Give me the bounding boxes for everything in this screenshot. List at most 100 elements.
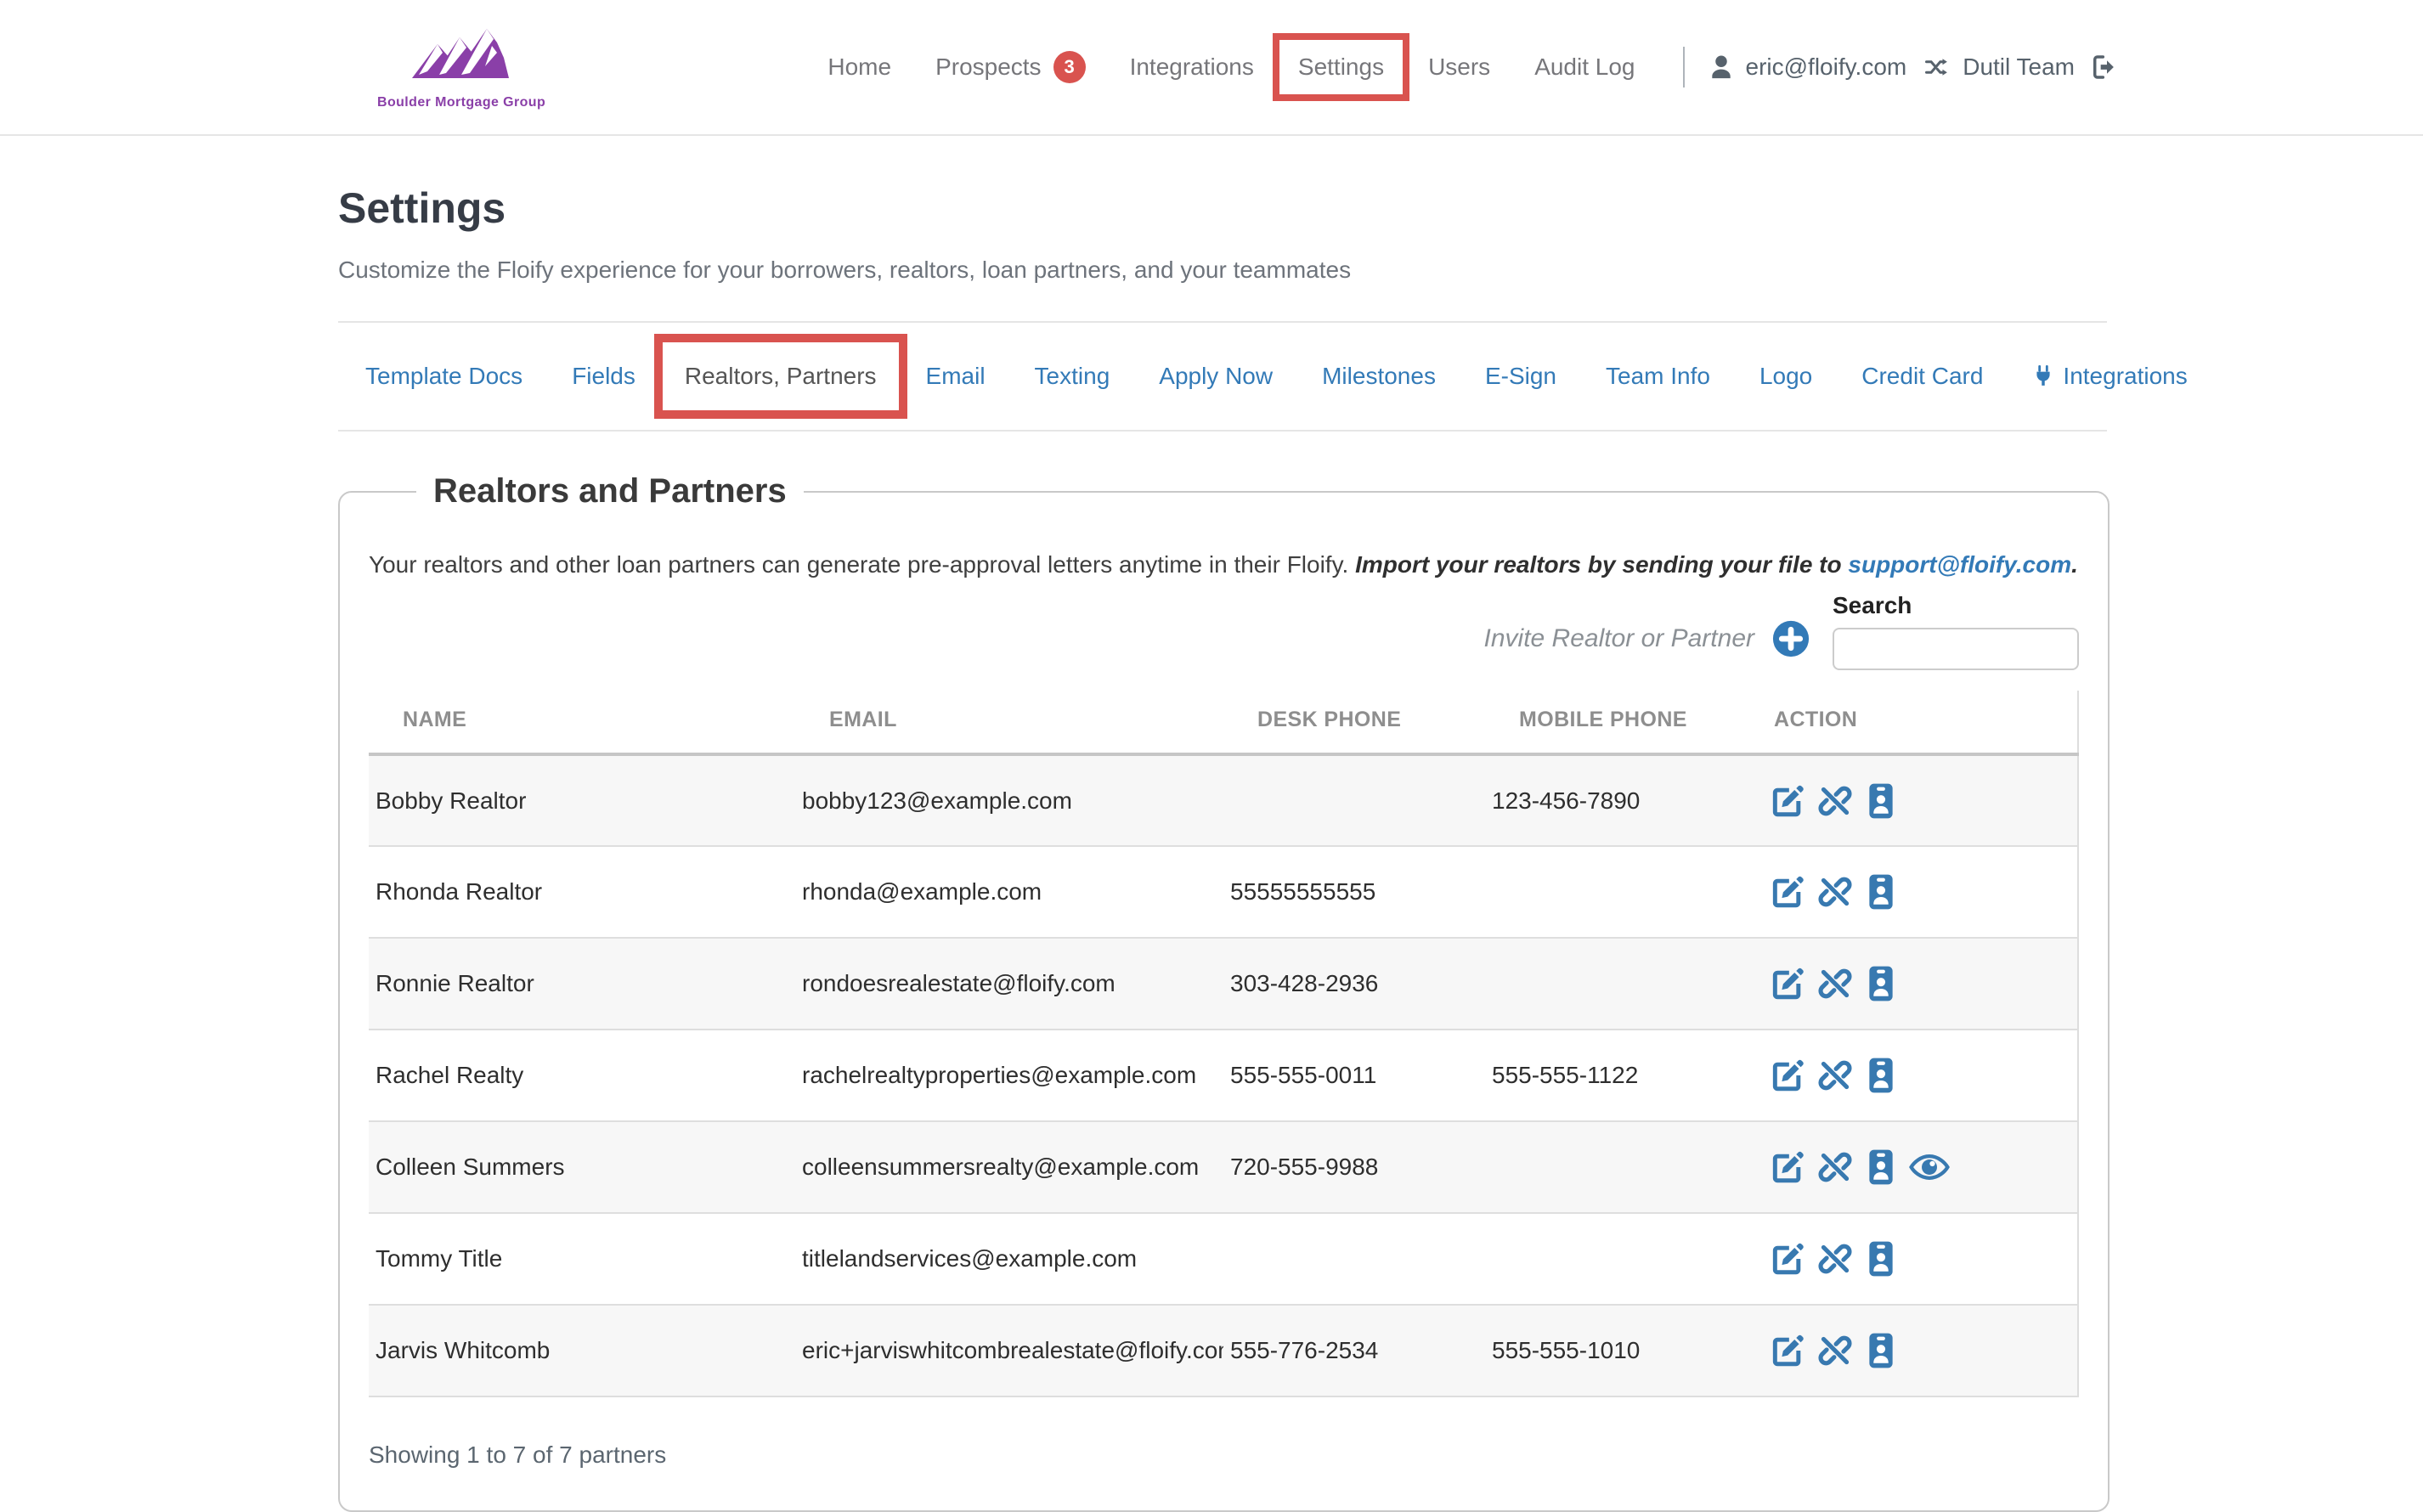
edit-icon [1769,1240,1806,1278]
column-header-action: ACTION [1769,691,2078,754]
sign-out-icon[interactable] [2092,54,2119,81]
tab-integrations[interactable]: Integrations [2032,363,2187,390]
partner-desk-phone: 555-776-2534 [1223,1305,1485,1396]
switch-team-icon[interactable] [1923,54,1951,80]
nav-item-home[interactable]: Home [827,54,891,81]
unlink-button[interactable] [1816,965,1854,1002]
id-badge-button[interactable] [1864,1332,1898,1369]
user-email[interactable]: eric@floify.com [1746,54,1907,81]
page-title: Settings [338,183,2107,233]
partner-row-colleen-summers: Colleen Summerscolleensummersrealty@exam… [369,1121,2078,1213]
tab-credit-card[interactable]: Credit Card [1861,363,1983,390]
partner-email: titlelandservices@example.com [795,1213,1223,1305]
id-badge-button[interactable] [1864,1057,1898,1094]
realtors-partners-panel: Realtors and Partners Your realtors and … [338,472,2110,1512]
team-switcher[interactable]: Dutil Team [1963,54,2075,81]
column-header-name[interactable]: NAME [369,691,795,754]
main-nav: HomeProspects3IntegrationsSettingsUsersA… [827,51,1635,83]
user-icon [1709,54,1734,80]
edit-button[interactable] [1769,1057,1806,1094]
tab-logo[interactable]: Logo [1759,363,1812,390]
edit-icon [1769,1057,1806,1094]
support-email-link[interactable]: support@floify.com [1848,551,2071,578]
partner-mobile-phone [1485,938,1769,1030]
partner-name: Jarvis Whitcomb [369,1305,795,1396]
partner-name: Bobby Realtor [369,754,795,846]
plus-circle-icon [1771,619,1810,658]
unlink-button[interactable] [1816,1240,1854,1278]
eye-button[interactable] [1908,1148,1951,1186]
tab-email[interactable]: Email [926,363,986,390]
search-label: Search [1833,592,2079,619]
nav-item-prospects[interactable]: Prospects3 [935,51,1086,83]
partner-row-tommy-title: Tommy Titletitlelandservices@example.com [369,1213,2078,1305]
partner-actions [1769,1213,2078,1305]
id-badge-button[interactable] [1864,1148,1898,1186]
nav-item-integrations[interactable]: Integrations [1130,54,1254,81]
search-control: Search [1833,592,2079,670]
partner-desk-phone: 555-555-0011 [1223,1030,1485,1121]
add-partner-button[interactable] [1771,619,1810,658]
column-header-mobile-phone[interactable]: MOBILE PHONE [1485,691,1769,754]
partner-desk-phone: 55555555555 [1223,846,1485,938]
tab-template-docs[interactable]: Template Docs [365,363,522,390]
edit-button[interactable] [1769,1148,1806,1186]
partner-row-rachel-realty: Rachel Realtyrachelrealtyproperties@exam… [369,1030,2078,1121]
unlink-button[interactable] [1816,873,1854,911]
id-badge-button[interactable] [1864,873,1898,911]
edit-button[interactable] [1769,1240,1806,1278]
id-badge-button[interactable] [1864,782,1898,820]
tab-team-info[interactable]: Team Info [1606,363,1710,390]
unlink-icon [1816,1332,1854,1369]
partner-actions [1769,1030,2078,1121]
id-badge-icon [1864,1332,1898,1369]
id-badge-icon [1864,873,1898,911]
partner-name: Colleen Summers [369,1121,795,1213]
unlink-icon [1816,1148,1854,1186]
partner-mobile-phone: 555-555-1122 [1485,1030,1769,1121]
unlink-button[interactable] [1816,1057,1854,1094]
partner-actions [1769,1305,2078,1396]
eye-icon [1908,1148,1951,1186]
partner-email: rachelrealtyproperties@example.com [795,1030,1223,1121]
id-badge-button[interactable] [1864,1240,1898,1278]
edit-button[interactable] [1769,873,1806,911]
nav-item-settings[interactable]: Settings [1273,33,1409,101]
id-badge-icon [1864,1240,1898,1278]
edit-button[interactable] [1769,965,1806,1002]
invite-realtor-label: Invite Realtor or Partner [1484,624,1754,653]
edit-button[interactable] [1769,782,1806,820]
unlink-icon [1816,1240,1854,1278]
edit-button[interactable] [1769,1332,1806,1369]
partner-mobile-phone: 555-555-1010 [1485,1305,1769,1396]
tab-e-sign[interactable]: E-Sign [1485,363,1556,390]
table-controls: Invite Realtor or Partner Search [369,592,2079,670]
partner-actions [1769,1121,2078,1213]
partner-name: Rachel Realty [369,1030,795,1121]
nav-item-users[interactable]: Users [1428,54,1490,81]
nav-item-audit-log[interactable]: Audit Log [1534,54,1635,81]
unlink-button[interactable] [1816,1332,1854,1369]
edit-icon [1769,873,1806,911]
edit-icon [1769,1148,1806,1186]
plug-icon [2032,365,2054,387]
id-badge-button[interactable] [1864,965,1898,1002]
brand-logo[interactable]: Boulder Mortgage Group [377,24,545,110]
unlink-button[interactable] [1816,782,1854,820]
unlink-icon [1816,873,1854,911]
prospects-count-badge: 3 [1053,51,1086,83]
nav-divider [1683,47,1685,87]
partner-email: rondoesrealestate@floify.com [795,938,1223,1030]
tab-milestones[interactable]: Milestones [1322,363,1436,390]
tab-realtors-partners[interactable]: Realtors, Partners [654,334,907,419]
partner-email: bobby123@example.com [795,754,1223,846]
brand-name: Boulder Mortgage Group [377,95,545,110]
partner-email: rhonda@example.com [795,846,1223,938]
unlink-button[interactable] [1816,1148,1854,1186]
column-header-email[interactable]: EMAIL [795,691,1223,754]
tab-apply-now[interactable]: Apply Now [1159,363,1273,390]
tab-fields[interactable]: Fields [572,363,635,390]
tab-texting[interactable]: Texting [1035,363,1110,390]
search-input[interactable] [1833,628,2079,670]
column-header-desk-phone[interactable]: DESK PHONE [1223,691,1485,754]
